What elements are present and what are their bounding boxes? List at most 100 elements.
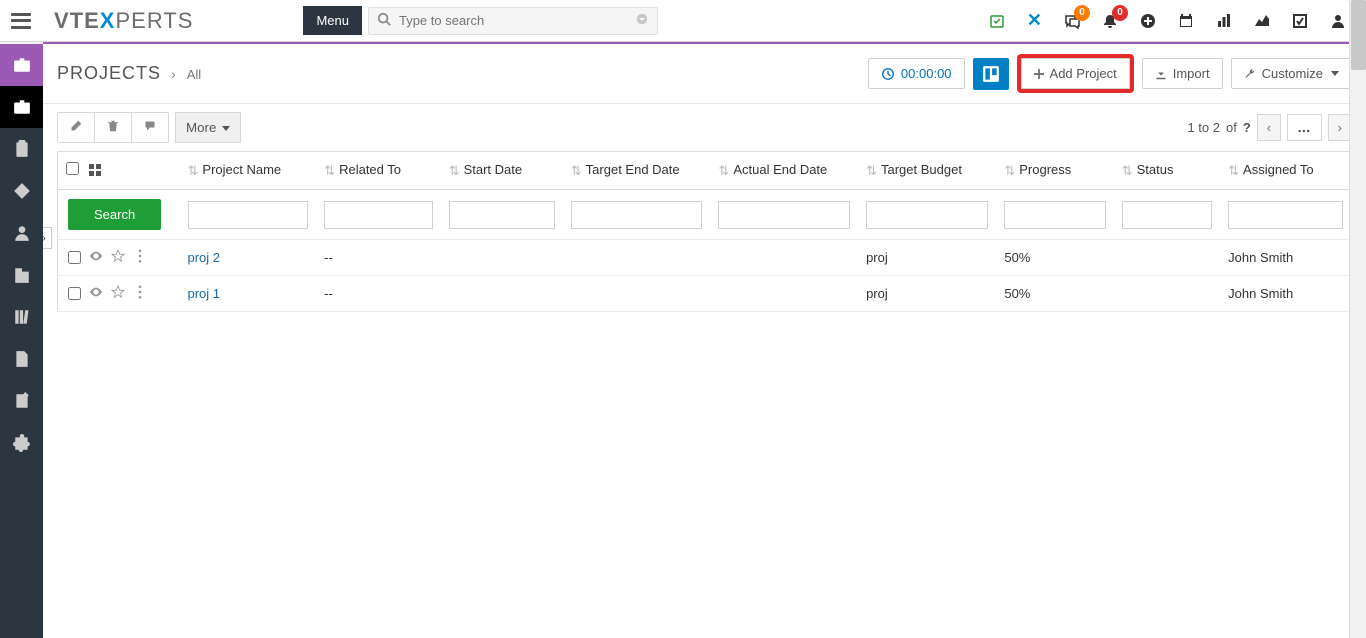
bell-badge: 0	[1112, 5, 1128, 21]
projects-table: ⇅Project Name ⇅Related To ⇅Start Date ⇅T…	[57, 151, 1352, 312]
pager-of: of	[1226, 120, 1237, 135]
filter-actual-end[interactable]	[718, 201, 850, 229]
select-all-checkbox[interactable]	[66, 162, 79, 175]
comment-icon	[144, 120, 156, 132]
sort-icon: ⇅	[188, 163, 199, 179]
timer-value: 00:00:00	[901, 66, 952, 81]
table-wrapper: › ⇅Project Name ⇅Related To ⇅Start Date	[43, 151, 1366, 326]
calendar-icon[interactable]	[1178, 13, 1194, 29]
sidebar-item-clipboard[interactable]	[0, 128, 43, 170]
delete-button[interactable]	[95, 113, 132, 142]
pager-jump-button[interactable]: …	[1287, 114, 1321, 141]
plus-icon	[1034, 69, 1044, 79]
import-button[interactable]: Import	[1142, 58, 1223, 89]
filter-project-name[interactable]	[188, 201, 309, 229]
bar-chart-icon[interactable]	[1216, 13, 1232, 29]
filter-progress[interactable]	[1004, 201, 1105, 229]
sort-icon: ⇅	[718, 163, 729, 179]
wrench-icon	[1244, 68, 1256, 80]
cell-targetend	[563, 276, 711, 312]
row-checkbox[interactable]	[68, 287, 81, 300]
sidebar-item-puzzle[interactable]	[0, 422, 43, 464]
col-progress[interactable]: ⇅Progress	[996, 152, 1113, 190]
sidebar-item-edit[interactable]	[0, 380, 43, 422]
eye-icon[interactable]	[89, 285, 103, 302]
col-assigned-to[interactable]: ⇅Assigned To	[1220, 152, 1351, 190]
eye-icon[interactable]	[89, 249, 103, 266]
col-actual-end[interactable]: ⇅Actual End Date	[710, 152, 858, 190]
search-filter-caret-icon[interactable]	[635, 12, 649, 29]
search-input[interactable]	[399, 8, 627, 34]
expand-handle[interactable]: ›	[43, 227, 52, 249]
kebab-icon[interactable]	[133, 249, 147, 266]
col-status[interactable]: ⇅Status	[1114, 152, 1220, 190]
logo: VTEXPERTS	[54, 8, 193, 34]
col-project-name[interactable]: ⇅Project Name	[180, 152, 317, 190]
filter-row: Search	[58, 190, 1352, 240]
col-related-to[interactable]: ⇅Related To	[316, 152, 441, 190]
pager-total[interactable]: ?	[1243, 120, 1251, 135]
plus-circle-icon[interactable]	[1140, 13, 1156, 29]
pager-prev-button[interactable]: ‹	[1257, 114, 1281, 141]
top-bar: VTEXPERTS Menu ✕ 0 0	[0, 0, 1366, 42]
sidebar-item-diamond[interactable]	[0, 170, 43, 212]
cell-actualend	[710, 276, 858, 312]
search-button[interactable]: Search	[68, 199, 161, 230]
filter-start-date[interactable]	[449, 201, 555, 229]
area-chart-icon[interactable]	[1254, 13, 1270, 29]
sort-icon: ⇅	[1004, 163, 1015, 179]
row-controls	[68, 285, 172, 302]
grid-view-icon[interactable]	[89, 164, 101, 179]
sidebar-item-briefcase-purple[interactable]	[0, 44, 43, 86]
sidebar-item-projects[interactable]	[0, 86, 43, 128]
sort-icon: ⇅	[866, 163, 877, 179]
filter-target-end[interactable]	[571, 201, 703, 229]
add-project-button[interactable]: Add Project	[1021, 58, 1130, 89]
cell-status	[1114, 276, 1220, 312]
checkbox-icon[interactable]	[1292, 13, 1308, 29]
table-row[interactable]: proj 1 -- proj 50% John Smith	[58, 276, 1352, 312]
kebab-icon[interactable]	[133, 285, 147, 302]
star-icon[interactable]	[111, 249, 125, 266]
cell-start	[441, 240, 563, 276]
kanban-icon	[982, 65, 1000, 83]
hamburger-menu[interactable]	[0, 0, 42, 42]
bell-icon[interactable]: 0	[1102, 13, 1118, 29]
calendar-check-icon[interactable]	[989, 13, 1005, 29]
cell-progress: 50%	[996, 240, 1113, 276]
filter-related-to[interactable]	[324, 201, 433, 229]
scrollbar[interactable]	[1349, 0, 1366, 638]
sidebar-item-document[interactable]	[0, 338, 43, 380]
vtexperts-icon[interactable]: ✕	[1027, 10, 1042, 31]
pager: 1 to 2 of ? ‹ … ›	[1187, 114, 1352, 141]
breadcrumb-sub[interactable]: All	[187, 67, 201, 82]
sidebar-item-person[interactable]	[0, 212, 43, 254]
comment-button[interactable]	[132, 113, 168, 142]
kanban-view-button[interactable]	[973, 58, 1009, 90]
sidebar-item-books[interactable]	[0, 296, 43, 338]
star-icon[interactable]	[111, 285, 125, 302]
user-icon[interactable]	[1330, 13, 1346, 29]
logo-b: PERTS	[115, 8, 193, 33]
project-link[interactable]: proj 1	[188, 286, 221, 301]
global-search[interactable]	[368, 7, 658, 35]
customize-button[interactable]: Customize	[1231, 58, 1352, 89]
scrollbar-thumb[interactable]	[1351, 0, 1366, 70]
sidebar-item-building[interactable]	[0, 254, 43, 296]
col-target-budget[interactable]: ⇅Target Budget	[858, 152, 996, 190]
col-start-date[interactable]: ⇅Start Date	[441, 152, 563, 190]
edit-button[interactable]	[58, 113, 95, 142]
hamburger-icon	[11, 13, 31, 29]
chat-icon[interactable]: 0	[1064, 13, 1080, 29]
menu-button[interactable]: Menu	[303, 6, 362, 35]
col-target-end[interactable]: ⇅Target End Date	[563, 152, 711, 190]
filter-target-budget[interactable]	[866, 201, 988, 229]
timer-button[interactable]: 00:00:00	[868, 58, 965, 89]
more-button[interactable]: More	[175, 112, 241, 143]
filter-assigned-to[interactable]	[1228, 201, 1343, 229]
table-row[interactable]: proj 2 -- proj 50% John Smith	[58, 240, 1352, 276]
caret-down-icon	[1331, 71, 1339, 76]
project-link[interactable]: proj 2	[188, 250, 221, 265]
filter-status[interactable]	[1122, 201, 1212, 229]
row-checkbox[interactable]	[68, 251, 81, 264]
